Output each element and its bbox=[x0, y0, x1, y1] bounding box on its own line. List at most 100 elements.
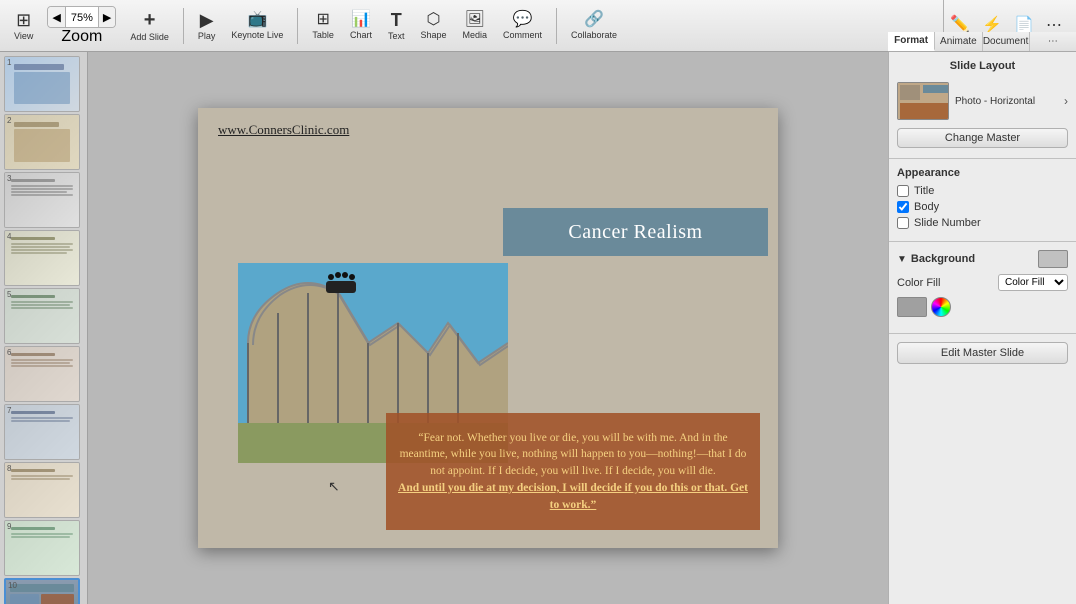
comment-label: Comment bbox=[503, 30, 542, 40]
color-swatch-gray[interactable] bbox=[897, 297, 927, 317]
text-button[interactable]: T Text bbox=[382, 9, 411, 43]
comment-button[interactable]: 💬 Comment bbox=[497, 10, 548, 42]
divider-2 bbox=[889, 241, 1076, 242]
play-icon: ▶ bbox=[200, 11, 214, 29]
slide-number-5: 5 bbox=[7, 290, 11, 299]
change-master-button[interactable]: Change Master bbox=[897, 128, 1068, 148]
shape-button[interactable]: ⬡ Shape bbox=[414, 10, 452, 42]
slide-thumb-1[interactable]: 1 bbox=[4, 56, 80, 112]
slide-number-6: 6 bbox=[7, 348, 11, 357]
add-slide-button[interactable]: + Add Slide bbox=[124, 8, 175, 44]
body-checkbox-label: Body bbox=[914, 201, 939, 213]
zoom-control: ◀ 75% ▶ Zoom bbox=[43, 4, 120, 48]
color-wheel-button[interactable] bbox=[931, 297, 951, 317]
layout-name: Photo - Horizontal bbox=[955, 95, 1058, 108]
title-checkbox[interactable] bbox=[897, 185, 909, 197]
appearance-title: Appearance bbox=[897, 167, 1068, 179]
document-tab[interactable]: Document bbox=[983, 32, 1030, 51]
slide-thumb-8[interactable]: 8 bbox=[4, 462, 80, 518]
divider-1 bbox=[889, 158, 1076, 159]
color-fill-select[interactable]: Color Fill bbox=[998, 274, 1068, 291]
shape-icon: ⬡ bbox=[427, 12, 441, 28]
comment-icon: 💬 bbox=[513, 12, 533, 28]
view-label: View bbox=[14, 31, 33, 41]
slide-number-checkbox-row: Slide Number bbox=[897, 217, 1068, 229]
table-button[interactable]: ⊞ Table bbox=[306, 10, 340, 42]
body-checkbox-row: Body bbox=[897, 201, 1068, 213]
table-label: Table bbox=[312, 30, 334, 40]
right-panel: Slide Layout Photo - Horizontal bbox=[888, 52, 1076, 604]
slide-number-1: 1 bbox=[7, 58, 11, 67]
slide-url-text: www.ConnersClinic.com bbox=[218, 122, 349, 138]
more-options-tab[interactable]: ⋯ bbox=[1030, 32, 1076, 51]
slide-number-8: 8 bbox=[7, 464, 11, 473]
play-label: Play bbox=[198, 31, 216, 41]
appearance-section: Appearance Title Body Slide Number bbox=[889, 163, 1076, 237]
edit-master-slide-button[interactable]: Edit Master Slide bbox=[897, 342, 1068, 364]
slide-canvas: www.ConnersClinic.com Cancer Realism bbox=[198, 108, 778, 548]
chart-button[interactable]: 📊 Chart bbox=[344, 10, 378, 42]
slide-thumb-10[interactable]: 10 bbox=[4, 578, 80, 604]
cursor-indicator: ↖ bbox=[328, 478, 340, 495]
collaborate-button[interactable]: 🔗 Collaborate bbox=[565, 10, 623, 42]
slide-thumb-5[interactable]: 5 bbox=[4, 288, 80, 344]
main-area: 1 2 bbox=[0, 52, 1076, 604]
separator-2 bbox=[297, 8, 298, 44]
zoom-decrease-button[interactable]: ◀ bbox=[48, 7, 64, 27]
layout-arrow-icon: › bbox=[1064, 94, 1068, 108]
media-icon: 🖼 bbox=[465, 12, 485, 28]
zoom-value: 75% bbox=[65, 7, 99, 27]
bg-color-swatch[interactable] bbox=[1038, 250, 1068, 268]
slide-number-7: 7 bbox=[7, 406, 11, 415]
slide-number-9: 9 bbox=[7, 522, 11, 531]
slide-thumb-3[interactable]: 3 bbox=[4, 172, 80, 228]
body-checkbox[interactable] bbox=[897, 201, 909, 213]
zoom-increase-button[interactable]: ▶ bbox=[99, 7, 115, 27]
layout-info: Photo - Horizontal bbox=[955, 95, 1058, 108]
slide-quote-text: “Fear not. Whether you live or die, you … bbox=[396, 430, 750, 513]
slide-number-checkbox[interactable] bbox=[897, 217, 909, 229]
media-button[interactable]: 🖼 Media bbox=[457, 10, 494, 42]
media-label: Media bbox=[463, 30, 488, 40]
slide-layout-label: Slide Layout bbox=[889, 52, 1076, 76]
slide-title-text: Cancer Realism bbox=[568, 221, 702, 244]
color-row bbox=[897, 297, 1068, 317]
layout-thumbnail bbox=[897, 82, 949, 120]
slide-number-3: 3 bbox=[7, 174, 11, 183]
slide-number-2: 2 bbox=[7, 116, 11, 125]
background-section: ▼ Background Color Fill Color Fill bbox=[889, 246, 1076, 329]
slide-quote-box: “Fear not. Whether you live or die, you … bbox=[386, 413, 760, 530]
view-button[interactable]: ⊞ View bbox=[8, 9, 39, 43]
animate-tab[interactable]: Animate bbox=[935, 32, 982, 51]
slide-thumb-6[interactable]: 6 bbox=[4, 346, 80, 402]
format-icon: ✏️ bbox=[950, 17, 970, 33]
format-tab[interactable]: Format bbox=[888, 32, 935, 51]
slide-thumb-7[interactable]: 7 bbox=[4, 404, 80, 460]
slide-number-checkbox-label: Slide Number bbox=[914, 217, 981, 229]
zoom-label: Zoom bbox=[61, 28, 102, 46]
bg-title: Background bbox=[911, 253, 975, 265]
slide-title-box: Cancer Realism bbox=[503, 208, 768, 256]
collaborate-label: Collaborate bbox=[571, 30, 617, 40]
zoom-selector[interactable]: ◀ 75% ▶ bbox=[47, 6, 116, 28]
bg-header: ▼ Background bbox=[897, 250, 1068, 268]
separator-3 bbox=[556, 8, 557, 44]
keynote-live-button[interactable]: 📺 Keynote Live bbox=[225, 10, 289, 42]
layout-thumb-area: Photo - Horizontal › bbox=[889, 76, 1076, 126]
add-slide-label: Add Slide bbox=[130, 32, 169, 42]
add-slide-icon: + bbox=[144, 10, 156, 30]
slide-number-10: 10 bbox=[8, 581, 17, 590]
slide-panel: 1 2 bbox=[0, 52, 88, 604]
color-fill-row: Color Fill Color Fill bbox=[897, 274, 1068, 291]
layout-thumb-svg bbox=[898, 83, 949, 120]
shape-label: Shape bbox=[420, 30, 446, 40]
slide-number-4: 4 bbox=[7, 232, 11, 241]
slide-thumb-2[interactable]: 2 bbox=[4, 114, 80, 170]
slide-thumb-4[interactable]: 4 bbox=[4, 230, 80, 286]
separator-1 bbox=[183, 8, 184, 44]
canvas-area[interactable]: www.ConnersClinic.com Cancer Realism bbox=[88, 52, 888, 604]
slide-thumb-9[interactable]: 9 bbox=[4, 520, 80, 576]
play-button[interactable]: ▶ Play bbox=[192, 9, 222, 43]
divider-3 bbox=[889, 333, 1076, 334]
chart-icon: 📊 bbox=[351, 12, 371, 28]
